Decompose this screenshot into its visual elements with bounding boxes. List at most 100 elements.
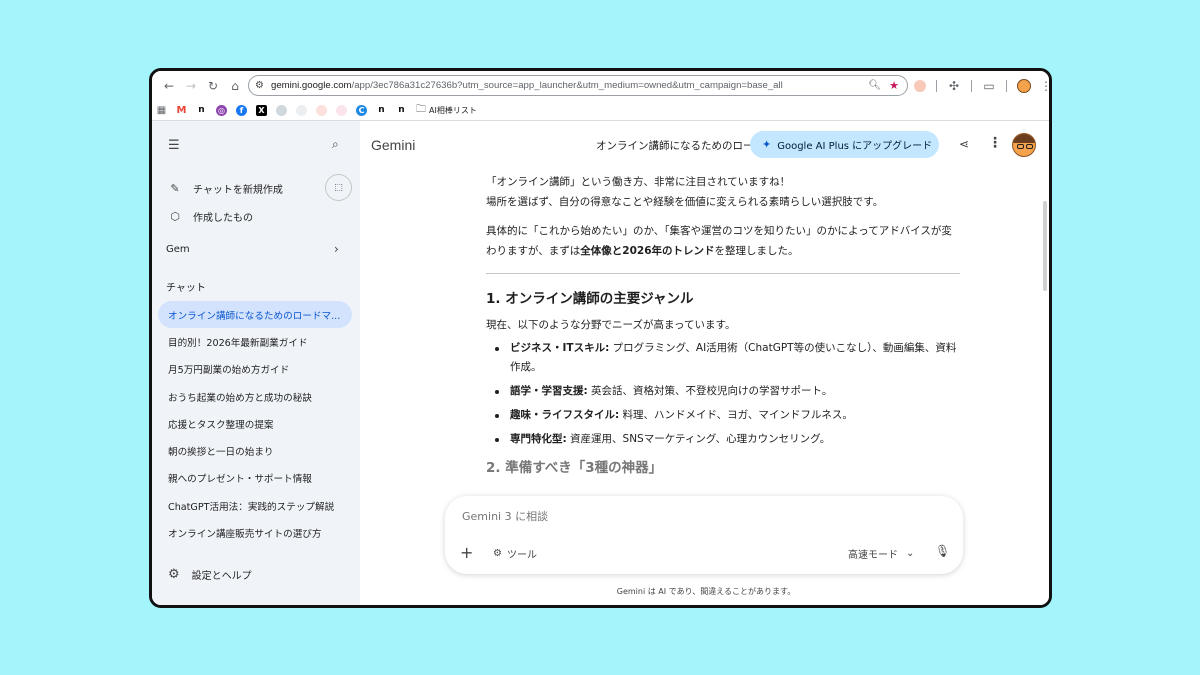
home-icon[interactable]: ⌂ bbox=[224, 75, 246, 97]
note-icon[interactable]: n bbox=[396, 105, 407, 116]
url-domain: gemini.google.com bbox=[271, 80, 352, 91]
genre-list: ビジネス・ITスキル: プログラミング、AI活用術（ChatGPT等の使いこなし… bbox=[486, 339, 960, 449]
bookmark-icon[interactable]: C bbox=[356, 104, 367, 116]
list-item-text: 料理、ハンドメイド、ヨガ、マインドフルネス。 bbox=[619, 409, 853, 421]
url-text[interactable]: gemini.google.com/app/3ec786a31c27636b?u… bbox=[271, 80, 868, 91]
chat-item[interactable]: 親へのプレゼント・サポート情報 bbox=[158, 465, 352, 492]
my-stuff-button[interactable]: ⬡ 作成したもの bbox=[168, 209, 253, 224]
mode-label: 高速モード bbox=[848, 550, 898, 561]
tools-icon: ⚙ bbox=[493, 548, 502, 559]
gmail-icon[interactable]: M bbox=[176, 105, 187, 116]
bookmark-icon[interactable]: ◎ bbox=[216, 104, 227, 116]
mode-selector[interactable]: 高速モード ⌄ bbox=[848, 546, 914, 561]
divider bbox=[486, 273, 960, 274]
prompt-input[interactable] bbox=[462, 510, 922, 523]
facebook-icon[interactable]: f bbox=[236, 104, 247, 116]
new-chat-label: チャットを新規作成 bbox=[193, 185, 283, 196]
browser-profile-icon[interactable] bbox=[1017, 78, 1031, 93]
chat-item[interactable]: 朝の挨拶と一日の始まり bbox=[158, 437, 352, 464]
section-intro: 現在、以下のような分野でニーズが高まっています。 bbox=[486, 318, 736, 331]
list-item-text: 資産運用、SNSマーケティング、心理カウンセリング。 bbox=[566, 433, 831, 445]
url-path: /app/3ec786a31c27636b?utm_source=app_lau… bbox=[351, 80, 783, 91]
sidebar: ☰ ⌕ ✎ チャットを新規作成 ⬚ ⬡ 作成したもの Gem › チャット オン… bbox=[152, 121, 360, 605]
address-bar[interactable]: ⚙ gemini.google.com/app/3ec786a31c27636b… bbox=[248, 75, 908, 96]
gem-icon: ⬡ bbox=[170, 210, 180, 223]
bookmark-icon[interactable] bbox=[336, 104, 347, 116]
chat-section-header: チャット bbox=[166, 283, 206, 294]
more-options-icon[interactable]: ⋮ bbox=[988, 135, 1002, 151]
microphone-icon[interactable]: 🎙︎ bbox=[935, 544, 950, 558]
gear-icon: ⚙ bbox=[168, 567, 180, 582]
response-bold: 全体像と2026年のトレンド bbox=[580, 244, 715, 257]
toolbar-divider bbox=[1006, 79, 1007, 92]
list-item-label: 趣味・ライフスタイル: bbox=[510, 409, 620, 421]
gem-section[interactable]: Gem bbox=[166, 244, 190, 255]
new-chat-button[interactable]: ✎ チャットを新規作成 bbox=[168, 181, 283, 196]
chat-item[interactable]: ChatGPT活用法：実践的ステップ解説 bbox=[158, 492, 352, 519]
site-info-icon[interactable]: ⚙ bbox=[255, 80, 271, 91]
tools-label: ツール bbox=[506, 550, 537, 561]
app-brand[interactable]: Gemini bbox=[371, 137, 415, 153]
browser-menu-icon[interactable]: ⋮ bbox=[1040, 75, 1049, 97]
response-line: 場所を選ばず、自分の得意なことや経験を価値に変えられる素晴らしい選択肢です。 bbox=[486, 195, 884, 208]
chat-item[interactable]: 応援とタスク整理の提案 bbox=[158, 410, 352, 437]
zoom-icon[interactable]: 🔍︎ bbox=[868, 80, 881, 91]
chat-item[interactable]: オンライン講師になるためのロードマ... bbox=[158, 301, 352, 329]
bookmarks-bar: ▦ M n ◎ f X C n n 🗀 AI相棒リスト bbox=[152, 100, 1049, 121]
chat-item[interactable]: オンライン講座販売サイトの選び方 bbox=[158, 519, 352, 546]
conversation-title[interactable]: オンライン講師になるためのロードマップ bbox=[596, 138, 766, 153]
prompt-composer: + ⚙ ツール 高速モード ⌄ 🎙︎ bbox=[445, 496, 963, 574]
search-icon[interactable]: ⌕ bbox=[332, 137, 339, 152]
chat-item[interactable]: おうち起業の始め方と成功の秘訣 bbox=[158, 383, 352, 410]
tools-button[interactable]: ⚙ ツール bbox=[493, 546, 537, 561]
chevron-right-icon[interactable]: › bbox=[334, 242, 339, 256]
extension-icon[interactable] bbox=[914, 79, 926, 92]
main-panel: Gemini オンライン講師になるためのロードマップ ✦ Google AI P… bbox=[360, 121, 1049, 605]
apps-grid-icon[interactable]: ▦ bbox=[156, 105, 167, 116]
bookmark-icon[interactable] bbox=[316, 104, 327, 116]
toolbar-divider bbox=[936, 79, 937, 92]
chat-item[interactable]: 月5万円副業の始め方ガイド bbox=[158, 356, 352, 383]
list-item-label: ビジネス・ITスキル: bbox=[510, 342, 610, 354]
add-icon[interactable]: + bbox=[460, 543, 473, 562]
upgrade-button[interactable]: ✦ Google AI Plus にアップグレード bbox=[750, 131, 939, 158]
avatar[interactable] bbox=[1012, 133, 1036, 157]
bookmark-icon[interactable] bbox=[276, 104, 287, 116]
reload-icon[interactable]: ↻ bbox=[202, 75, 224, 97]
forward-icon[interactable]: → bbox=[180, 75, 202, 97]
chat-item[interactable]: 目的別！2026年最新副業ガイド bbox=[158, 328, 352, 355]
share-icon[interactable]: ⋖ bbox=[959, 137, 969, 151]
avatar-glasses bbox=[1026, 144, 1033, 149]
list-item: 趣味・ライフスタイル: 料理、ハンドメイド、ヨガ、マインドフルネス。 bbox=[486, 406, 960, 425]
x-icon[interactable]: X bbox=[256, 104, 267, 116]
note-icon[interactable]: n bbox=[196, 105, 207, 116]
response-content: 「オンライン講師」という働き方、非常に注目されていますね！ 場所を選ばず、自分の… bbox=[486, 173, 960, 485]
bookmark-icon[interactable] bbox=[296, 104, 307, 116]
bookmark-star-icon[interactable]: ★ bbox=[889, 79, 899, 92]
bookmark-folder-label: AI相棒リスト bbox=[429, 105, 477, 115]
list-item-text: 英会話、資格対策、不登校児向けの学習サポート。 bbox=[587, 385, 833, 397]
response-intro: 「オンライン講師」という働き方、非常に注目されていますね！ 場所を選ばず、自分の… bbox=[486, 173, 960, 212]
list-item-label: 専門特化型: bbox=[510, 433, 567, 445]
chevron-down-icon: ⌄ bbox=[906, 548, 915, 559]
list-item-label: 語学・学習支援: bbox=[510, 385, 588, 397]
chat-list: オンライン講師になるためのロードマ... 目的別！2026年最新副業ガイド 月5… bbox=[158, 301, 352, 547]
note-icon[interactable]: n bbox=[376, 105, 387, 116]
my-stuff-label: 作成したもの bbox=[193, 213, 253, 224]
temporary-chat-button[interactable]: ⬚ bbox=[325, 174, 352, 201]
list-item: 語学・学習支援: 英会話、資格対策、不登校児向けの学習サポート。 bbox=[486, 382, 960, 401]
scrollbar[interactable] bbox=[1043, 201, 1047, 291]
settings-help-button[interactable]: ⚙ 設定とヘルプ bbox=[168, 567, 252, 582]
toolbar-divider bbox=[971, 79, 972, 92]
side-panel-icon[interactable]: ▭ bbox=[982, 75, 996, 97]
puzzle-icon[interactable]: ✣ bbox=[947, 75, 961, 97]
browser-window: ← → ↻ ⌂ ⚙ gemini.google.com/app/3ec786a3… bbox=[149, 68, 1052, 608]
list-item: 専門特化型: 資産運用、SNSマーケティング、心理カウンセリング。 bbox=[486, 430, 960, 449]
edit-icon: ✎ bbox=[170, 182, 180, 195]
bookmark-folder[interactable]: 🗀 AI相棒リスト bbox=[416, 102, 477, 119]
menu-icon[interactable]: ☰ bbox=[168, 138, 180, 153]
back-icon[interactable]: ← bbox=[158, 75, 180, 97]
section-heading: 2. 準備すべき「3種の神器」 bbox=[486, 460, 663, 476]
disclaimer: Gemini は AI であり、間違えることがあります。 bbox=[616, 587, 796, 596]
avatar-glasses bbox=[1017, 144, 1024, 149]
